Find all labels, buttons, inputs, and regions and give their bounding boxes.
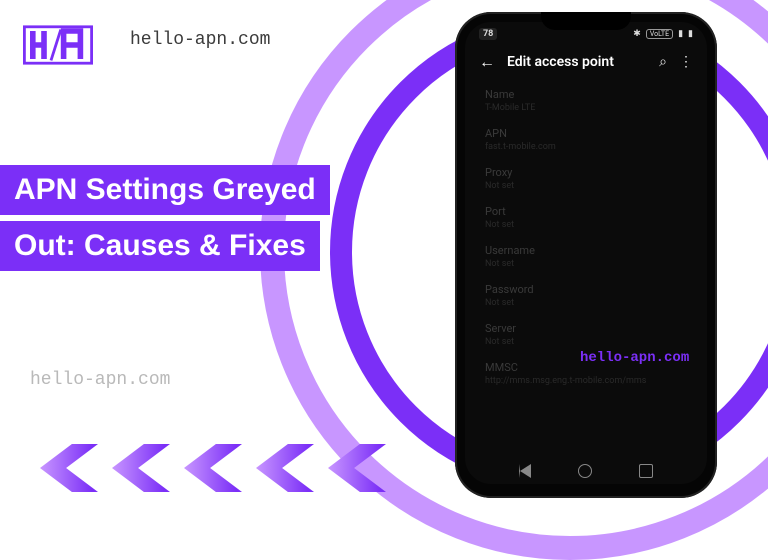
field-username[interactable]: UsernameNot set xyxy=(485,244,687,269)
field-server[interactable]: ServerNot set xyxy=(485,322,687,347)
watermark-left: hello-apn.com xyxy=(30,370,170,390)
android-navbar xyxy=(465,464,707,478)
chevron-icon xyxy=(40,444,98,492)
app-bar: ← Edit access point ⌕ ⋮ xyxy=(465,40,707,84)
watermark-phone: hello-apn.com xyxy=(580,350,689,366)
headline: APN Settings Greyed Out: Causes & Fixes xyxy=(0,165,330,277)
status-left: 78 xyxy=(479,28,497,40)
watermark-top: hello-apn.com xyxy=(130,30,270,50)
field-password[interactable]: PasswordNot set xyxy=(485,283,687,308)
field-apn[interactable]: APNfast.t-mobile.com xyxy=(485,127,687,152)
chevron-icon xyxy=(184,444,242,492)
nav-back-icon[interactable] xyxy=(519,464,531,478)
search-icon[interactable]: ⌕ xyxy=(659,54,667,70)
field-port[interactable]: PortNot set xyxy=(485,205,687,230)
phone-notch xyxy=(541,12,631,30)
headline-line-2: Out: Causes & Fixes xyxy=(0,221,320,271)
battery-icon: ▮ xyxy=(688,29,693,39)
more-icon[interactable]: ⋮ xyxy=(679,54,693,70)
chevron-icon xyxy=(328,444,386,492)
chevron-icon xyxy=(256,444,314,492)
appbar-title: Edit access point xyxy=(507,54,647,70)
field-name[interactable]: NameT-Mobile LTE xyxy=(485,88,687,113)
back-icon[interactable]: ← xyxy=(479,52,495,72)
phone-screen: 78 ✱ VoLTE ▮ ▮ ← Edit access point ⌕ ⋮ N… xyxy=(465,22,707,484)
volte-badge: VoLTE xyxy=(646,29,673,39)
bluetooth-icon: ✱ xyxy=(633,29,641,39)
status-right: ✱ VoLTE ▮ ▮ xyxy=(633,29,693,39)
signal-icon: ▮ xyxy=(678,29,683,39)
chevron-row xyxy=(40,444,386,492)
chevron-icon xyxy=(112,444,170,492)
nav-home-icon[interactable] xyxy=(578,464,592,478)
field-proxy[interactable]: ProxyNot set xyxy=(485,166,687,191)
site-logo xyxy=(20,20,95,70)
logo-icon xyxy=(23,23,93,67)
nav-recent-icon[interactable] xyxy=(639,464,653,478)
phone-mockup: 78 ✱ VoLTE ▮ ▮ ← Edit access point ⌕ ⋮ N… xyxy=(455,12,717,498)
headline-line-1: APN Settings Greyed xyxy=(0,165,330,215)
